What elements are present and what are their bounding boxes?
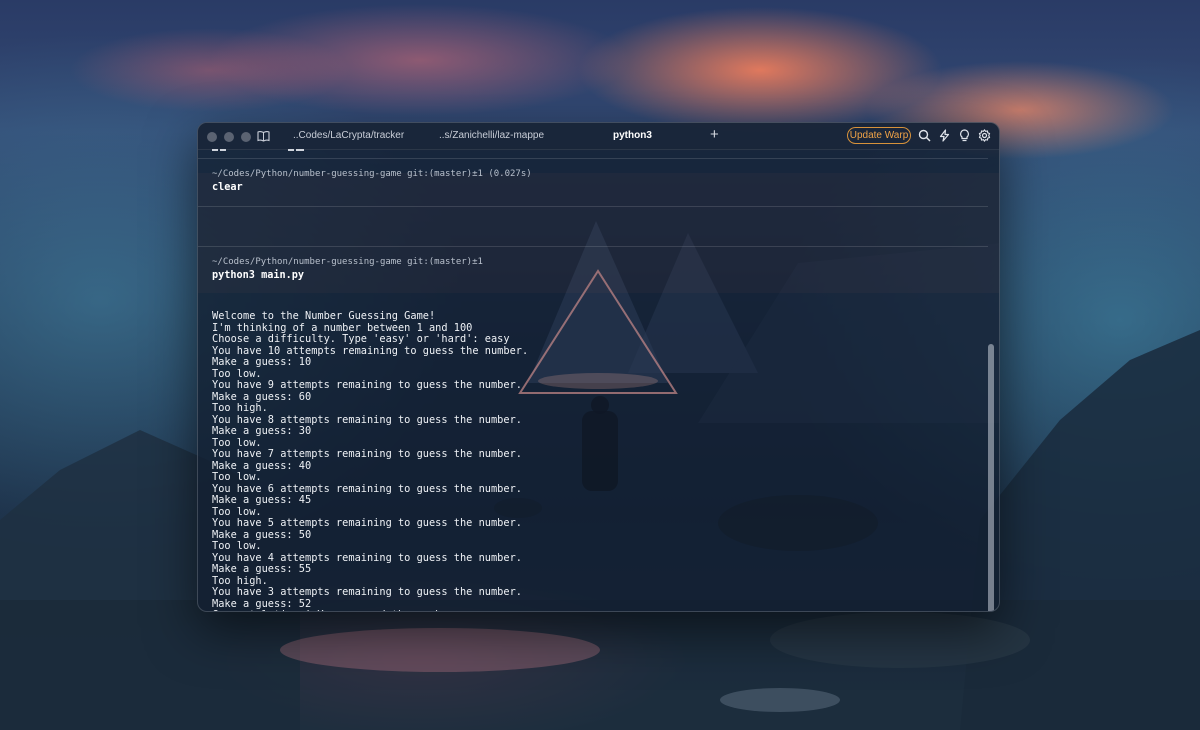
- previous-output-fragment: [212, 149, 304, 151]
- output-line: Make a guess: 50: [212, 528, 312, 541]
- book-icon[interactable]: [257, 130, 270, 142]
- output-line: Make a guess: 40: [212, 459, 312, 472]
- tab-lacrypta-tracker[interactable]: ..Codes/LaCrypta/tracker: [293, 123, 404, 149]
- block-command: python3 main.py: [212, 270, 305, 281]
- output-line: Too high.: [212, 402, 268, 414]
- output-line: You have 5 attempts remaining to guess t…: [212, 517, 522, 529]
- block-prompt-path: ~/Codes/Python/number-guessing-game git:…: [212, 257, 483, 267]
- gear-icon[interactable]: [978, 129, 991, 142]
- output-line: Make a guess: 10: [212, 356, 312, 368]
- block-prompt-path: ~/Codes/Python/number-guessing-game git:…: [212, 169, 532, 179]
- output-line: Make a guess: 30: [212, 425, 312, 437]
- output-line: Make a guess: 55: [212, 563, 312, 575]
- output-line: You have 3 attempts remaining to guess t…: [212, 586, 522, 598]
- program-output: Welcome to the Number Guessing Game! I'm …: [212, 310, 722, 611]
- block-divider: [198, 246, 988, 247]
- tab-python3[interactable]: python3: [613, 123, 652, 149]
- zoom-window-button[interactable]: [241, 132, 251, 142]
- window-controls: [207, 132, 251, 142]
- title-bar: ..Codes/LaCrypta/tracker ..s/Zanichelli/…: [198, 123, 999, 150]
- block-command: clear: [212, 182, 243, 193]
- output-line: Make a guess: 60: [212, 390, 312, 403]
- close-window-button[interactable]: [207, 132, 217, 142]
- minimize-window-button[interactable]: [224, 132, 234, 142]
- output-line: You have 7 attempts remaining to guess t…: [212, 448, 522, 460]
- new-tab-button[interactable]: +: [710, 127, 719, 143]
- output-line: Congratulations! You guessed the number.: [212, 609, 722, 611]
- search-icon[interactable]: [918, 129, 931, 142]
- output-line: Choose a difficulty. Type 'easy' or 'har…: [212, 333, 510, 345]
- tab-laz-mappe[interactable]: ..s/Zanichelli/laz-mappe: [439, 123, 544, 149]
- output-line: Make a guess: 45: [212, 494, 312, 506]
- output-line: Too low.: [212, 471, 262, 483]
- lightning-icon[interactable]: [938, 129, 951, 142]
- block-divider: [198, 206, 988, 207]
- update-warp-button[interactable]: Update Warp: [847, 127, 911, 144]
- block-divider: [198, 158, 988, 159]
- output-line: You have 9 attempts remaining to guess t…: [212, 379, 522, 391]
- output-line: Welcome to the Number Guessing Game!: [212, 310, 436, 322]
- terminal-window: ..Codes/LaCrypta/tracker ..s/Zanichelli/…: [197, 122, 1000, 612]
- terminal-content[interactable]: ~/Codes/Python/number-guessing-game git:…: [198, 149, 999, 611]
- output-line: Too low.: [212, 540, 262, 552]
- scrollbar[interactable]: [988, 344, 994, 611]
- lightbulb-icon[interactable]: [958, 129, 971, 142]
